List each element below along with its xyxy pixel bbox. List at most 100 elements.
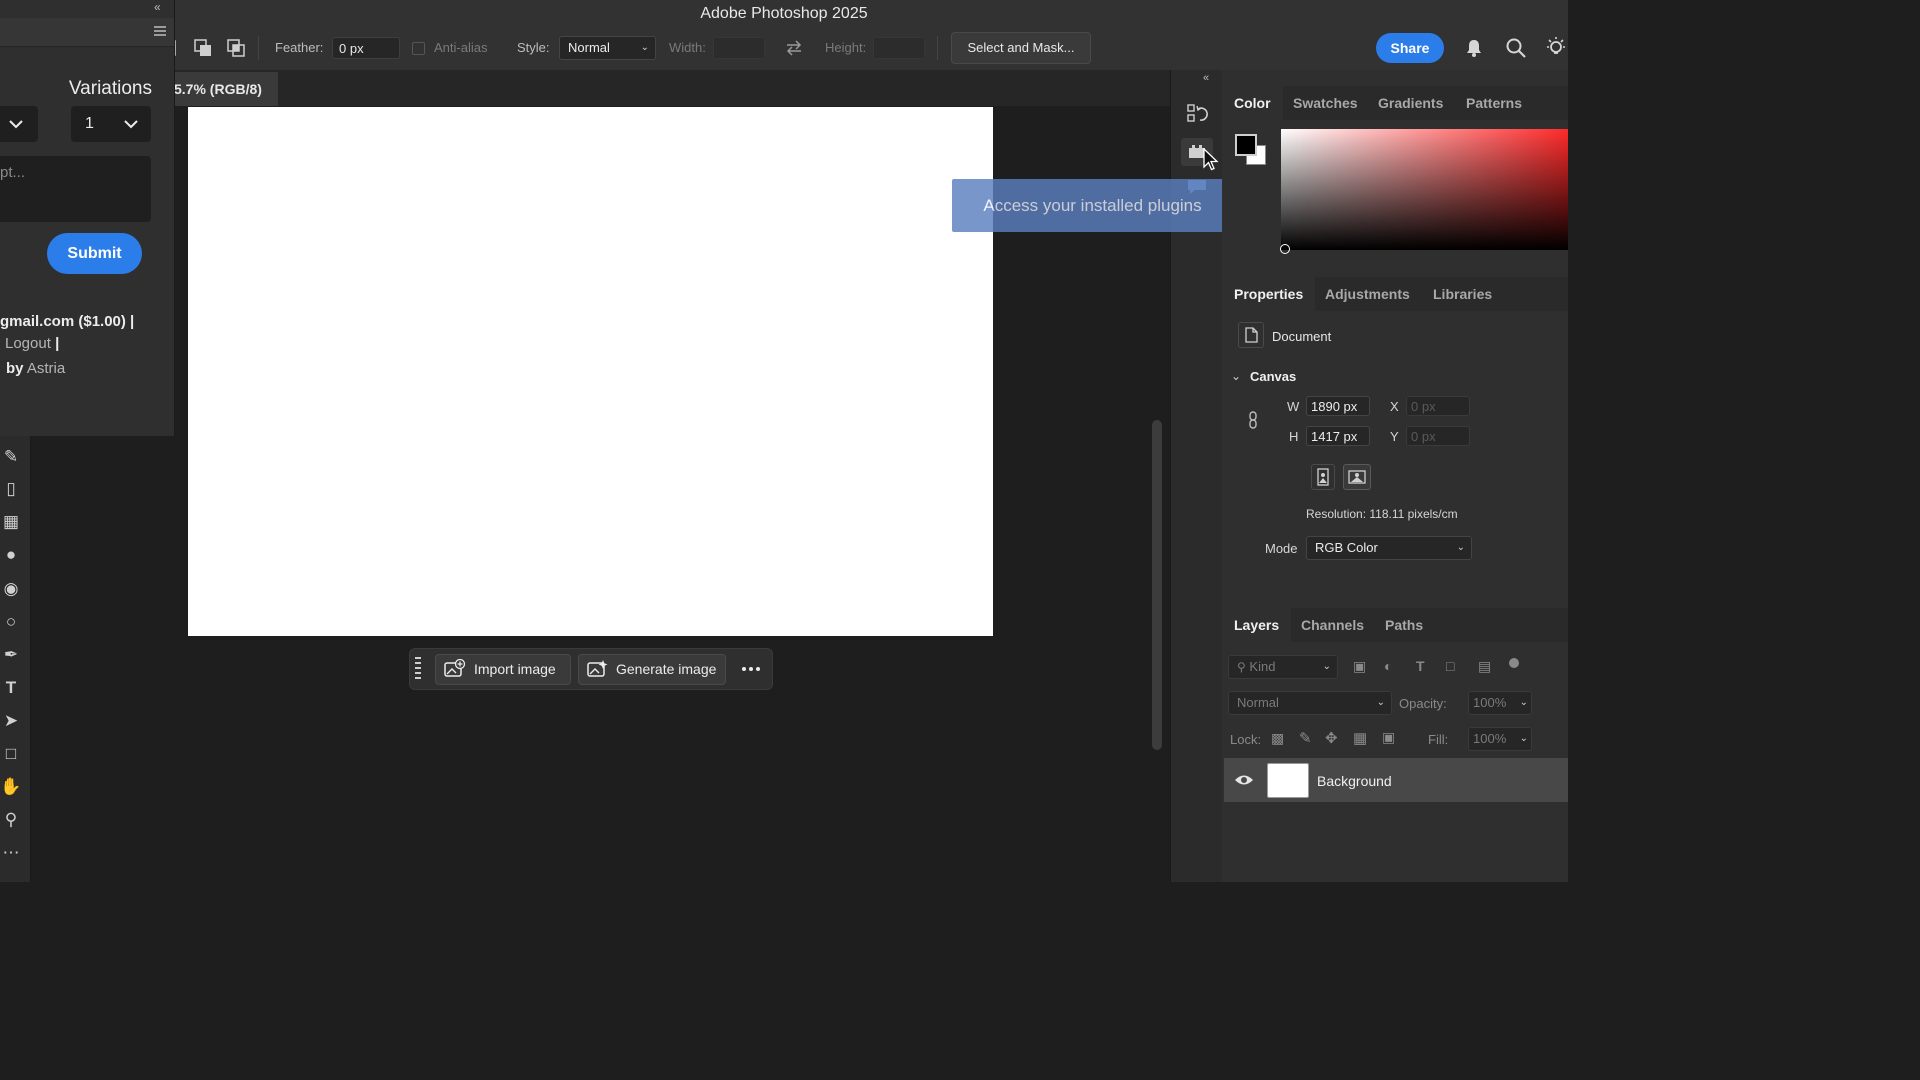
document-canvas[interactable] [188, 107, 993, 636]
tab-swatches[interactable]: Swatches [1293, 86, 1358, 120]
intersect-selection-icon[interactable] [226, 38, 246, 58]
tab-libraries[interactable]: Libraries [1433, 277, 1492, 311]
canvas-height-input[interactable]: 1417 px [1306, 426, 1370, 446]
sponge-tool-icon[interactable]: ○ [0, 611, 22, 633]
generate-image-button[interactable]: Generate image [578, 654, 726, 685]
type-tool-icon[interactable]: T [0, 677, 22, 699]
tab-color[interactable]: Color [1222, 86, 1283, 120]
more-tools-icon[interactable]: ⋯ [0, 842, 22, 864]
variations-select[interactable]: 1 [71, 106, 151, 142]
lock-all-icon[interactable]: ▣ [1382, 729, 1395, 746]
canvas-x-input[interactable]: 0 px [1406, 396, 1470, 416]
tools-panel: ✎ ▯ ▦ ● ◉ ○ ✒ T ➤ □ ✋ ⚲ ⋯ [0, 436, 31, 882]
landscape-orientation-icon[interactable] [1343, 464, 1371, 490]
layer-kind-filter[interactable]: ⚲ Kind ⌄ [1228, 655, 1338, 679]
divider [258, 36, 259, 60]
bell-icon[interactable] [1463, 37, 1485, 59]
history-icon[interactable] [1186, 103, 1208, 125]
blend-mode-select[interactable]: Normal ⌄ [1228, 691, 1392, 715]
fill-input[interactable]: 100% ⌄ [1468, 727, 1532, 751]
model-select[interactable] [0, 106, 38, 142]
tab-properties[interactable]: Properties [1222, 277, 1316, 311]
shape-layer-filter-icon[interactable]: □ [1446, 658, 1454, 674]
import-image-button[interactable]: Import image [435, 654, 571, 685]
feather-input[interactable]: 0 px [332, 37, 400, 59]
link-icon[interactable] [1244, 410, 1262, 430]
chevron-down-icon: ⌄ [1322, 661, 1331, 672]
foreground-color-swatch[interactable] [1235, 134, 1257, 156]
swap-icon[interactable] [784, 38, 804, 58]
brush-tool-icon[interactable]: ✎ [0, 446, 22, 468]
tab-paths[interactable]: Paths [1385, 608, 1423, 642]
gradient-tool-icon[interactable]: ▦ [0, 511, 22, 533]
smart-object-filter-icon[interactable]: ▤ [1478, 658, 1491, 675]
color-picker-handle[interactable] [1280, 244, 1290, 254]
blur-tool-icon[interactable]: ● [0, 544, 22, 566]
layer-name[interactable]: Background [1317, 773, 1392, 789]
portrait-orientation-icon[interactable] [1311, 464, 1335, 490]
zoom-tool-icon[interactable]: ⚲ [0, 809, 22, 831]
height-input[interactable] [873, 37, 925, 59]
canvas-width-input[interactable]: 1890 px [1306, 396, 1370, 416]
fill-label: Fill: [1428, 732, 1449, 747]
lock-artboard-icon[interactable]: ▦ [1353, 729, 1367, 747]
antialias-checkbox[interactable] [412, 42, 425, 55]
layer-thumbnail[interactable] [1267, 763, 1309, 798]
opacity-input[interactable]: 100% ⌄ [1468, 691, 1532, 715]
more-options-icon[interactable] [740, 659, 762, 679]
antialias-label: Anti-alias [434, 40, 488, 55]
canvas-section-label[interactable]: Canvas [1250, 369, 1296, 384]
type-layer-filter-icon[interactable]: T [1416, 658, 1425, 674]
layer-row[interactable]: Background [1224, 758, 1568, 802]
panel-menu-icon[interactable] [153, 25, 167, 37]
lock-position-icon[interactable]: ✥ [1325, 729, 1338, 747]
hand-tool-icon[interactable]: ✋ [0, 776, 22, 798]
width-label: Width: [669, 40, 706, 55]
credit-row: by Astria [6, 360, 65, 377]
chevron-down-icon[interactable]: ⌄ [1231, 369, 1241, 383]
drag-handle-icon[interactable] [414, 656, 422, 682]
select-and-mask-button[interactable]: Select and Mask... [951, 32, 1091, 64]
document-tab[interactable]: 5.7% (RGB/8) [174, 72, 278, 106]
lock-image-icon[interactable]: ✎ [1299, 729, 1312, 747]
eye-icon[interactable] [1234, 772, 1254, 788]
adjustment-layer-filter-icon[interactable]: ◐ [1384, 658, 1392, 674]
width-input[interactable] [713, 37, 765, 59]
dodge-tool-icon[interactable]: ◉ [0, 578, 22, 600]
tab-channels[interactable]: Channels [1301, 608, 1364, 642]
document-label: Document [1272, 329, 1332, 344]
subtract-selection-icon[interactable] [193, 38, 213, 58]
chevron-down-icon [9, 120, 23, 129]
search-icon[interactable] [1505, 37, 1527, 59]
canvas-y-input[interactable]: 0 px [1406, 426, 1470, 446]
collapse-panel-icon[interactable]: « [154, 0, 168, 14]
canvas-scrollbar[interactable] [1152, 420, 1162, 750]
account-info: gmail.com ($1.00) | [0, 313, 135, 330]
prompt-input[interactable]: pt... [0, 156, 151, 222]
path-selection-tool-icon[interactable]: ➤ [0, 710, 22, 732]
document-icon [1238, 322, 1264, 348]
style-select[interactable]: Normal ⌄ [559, 36, 656, 60]
share-button[interactable]: Share [1376, 33, 1444, 63]
discover-bulb-icon[interactable] [1544, 36, 1568, 60]
pen-tool-icon[interactable]: ✒ [0, 644, 22, 666]
logout-link[interactable]: Logout [5, 335, 51, 352]
resolution-text: Resolution: 118.11 pixels/cm [1306, 507, 1458, 521]
mode-select[interactable]: RGB Color ⌄ [1306, 536, 1472, 560]
astria-link[interactable]: Astria [27, 360, 65, 377]
rectangle-tool-icon[interactable]: □ [0, 743, 22, 765]
tab-gradients[interactable]: Gradients [1378, 86, 1443, 120]
submit-button[interactable]: Submit [47, 233, 142, 274]
color-picker-field[interactable] [1280, 129, 1568, 254]
height-label: H [1289, 429, 1299, 444]
tab-layers[interactable]: Layers [1222, 608, 1292, 642]
pixel-layer-filter-icon[interactable]: ▣ [1353, 658, 1366, 675]
x-label: X [1390, 399, 1399, 414]
eraser-tool-icon[interactable]: ▯ [0, 478, 22, 500]
contextual-task-bar: Import image Generate image [409, 648, 773, 690]
lock-transparent-icon[interactable]: ▩ [1271, 730, 1284, 747]
tab-patterns[interactable]: Patterns [1466, 86, 1522, 120]
tab-adjustments[interactable]: Adjustments [1325, 277, 1410, 311]
collapse-panel-icon[interactable]: « [1203, 72, 1209, 84]
filter-toggle-icon[interactable] [1509, 658, 1519, 668]
